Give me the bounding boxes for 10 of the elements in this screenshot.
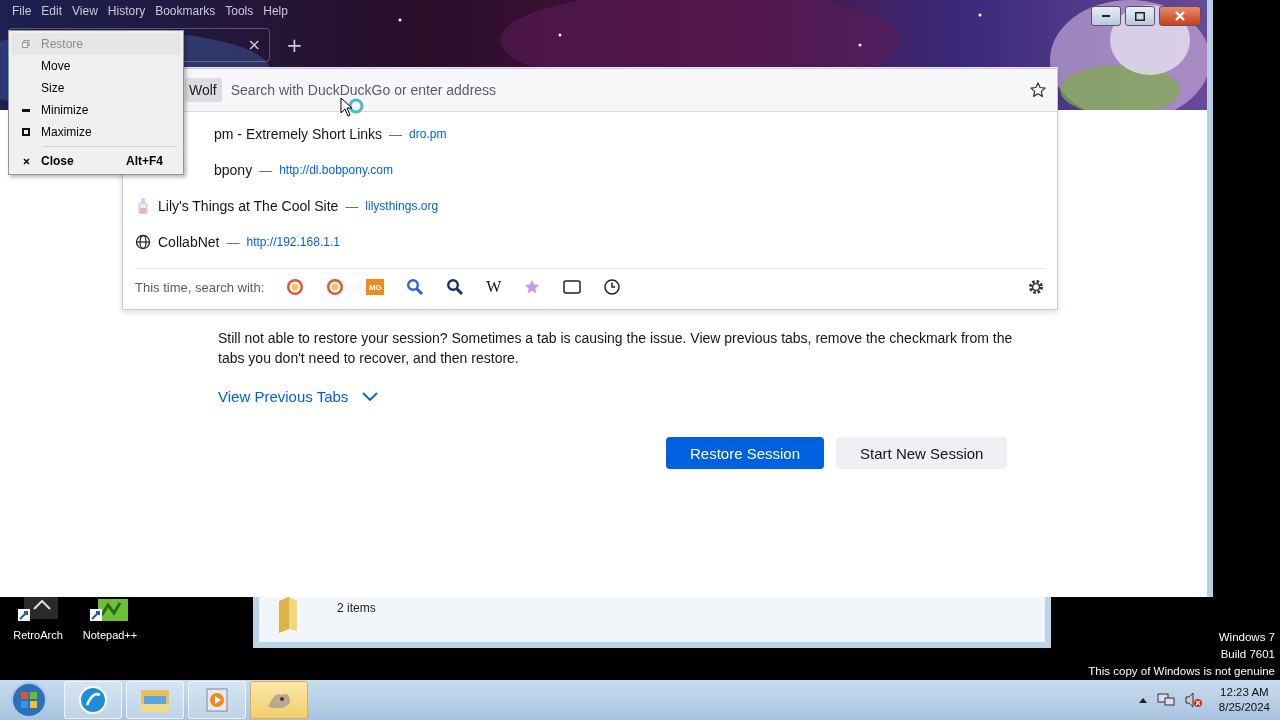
watermark-text: This copy of Windows is not genuine (1088, 664, 1275, 679)
dash-separator: — (389, 126, 403, 142)
dash-separator: — (345, 198, 359, 214)
watermark-text: Windows 7 (1218, 630, 1275, 645)
item-count: 2 items (337, 601, 376, 615)
dash-separator: — (226, 234, 240, 250)
watermark-text: Build 7601 (1220, 647, 1275, 662)
paragraph: Still not able to restore your session? Sometimes a tab is causing the issue. View previous tabs, remove the checkmark from the tabs you don't need to recover, and then restore. (218, 329, 1014, 368)
search-with-label: This time, search with: (135, 279, 265, 295)
dash-separator: — (259, 162, 273, 178)
